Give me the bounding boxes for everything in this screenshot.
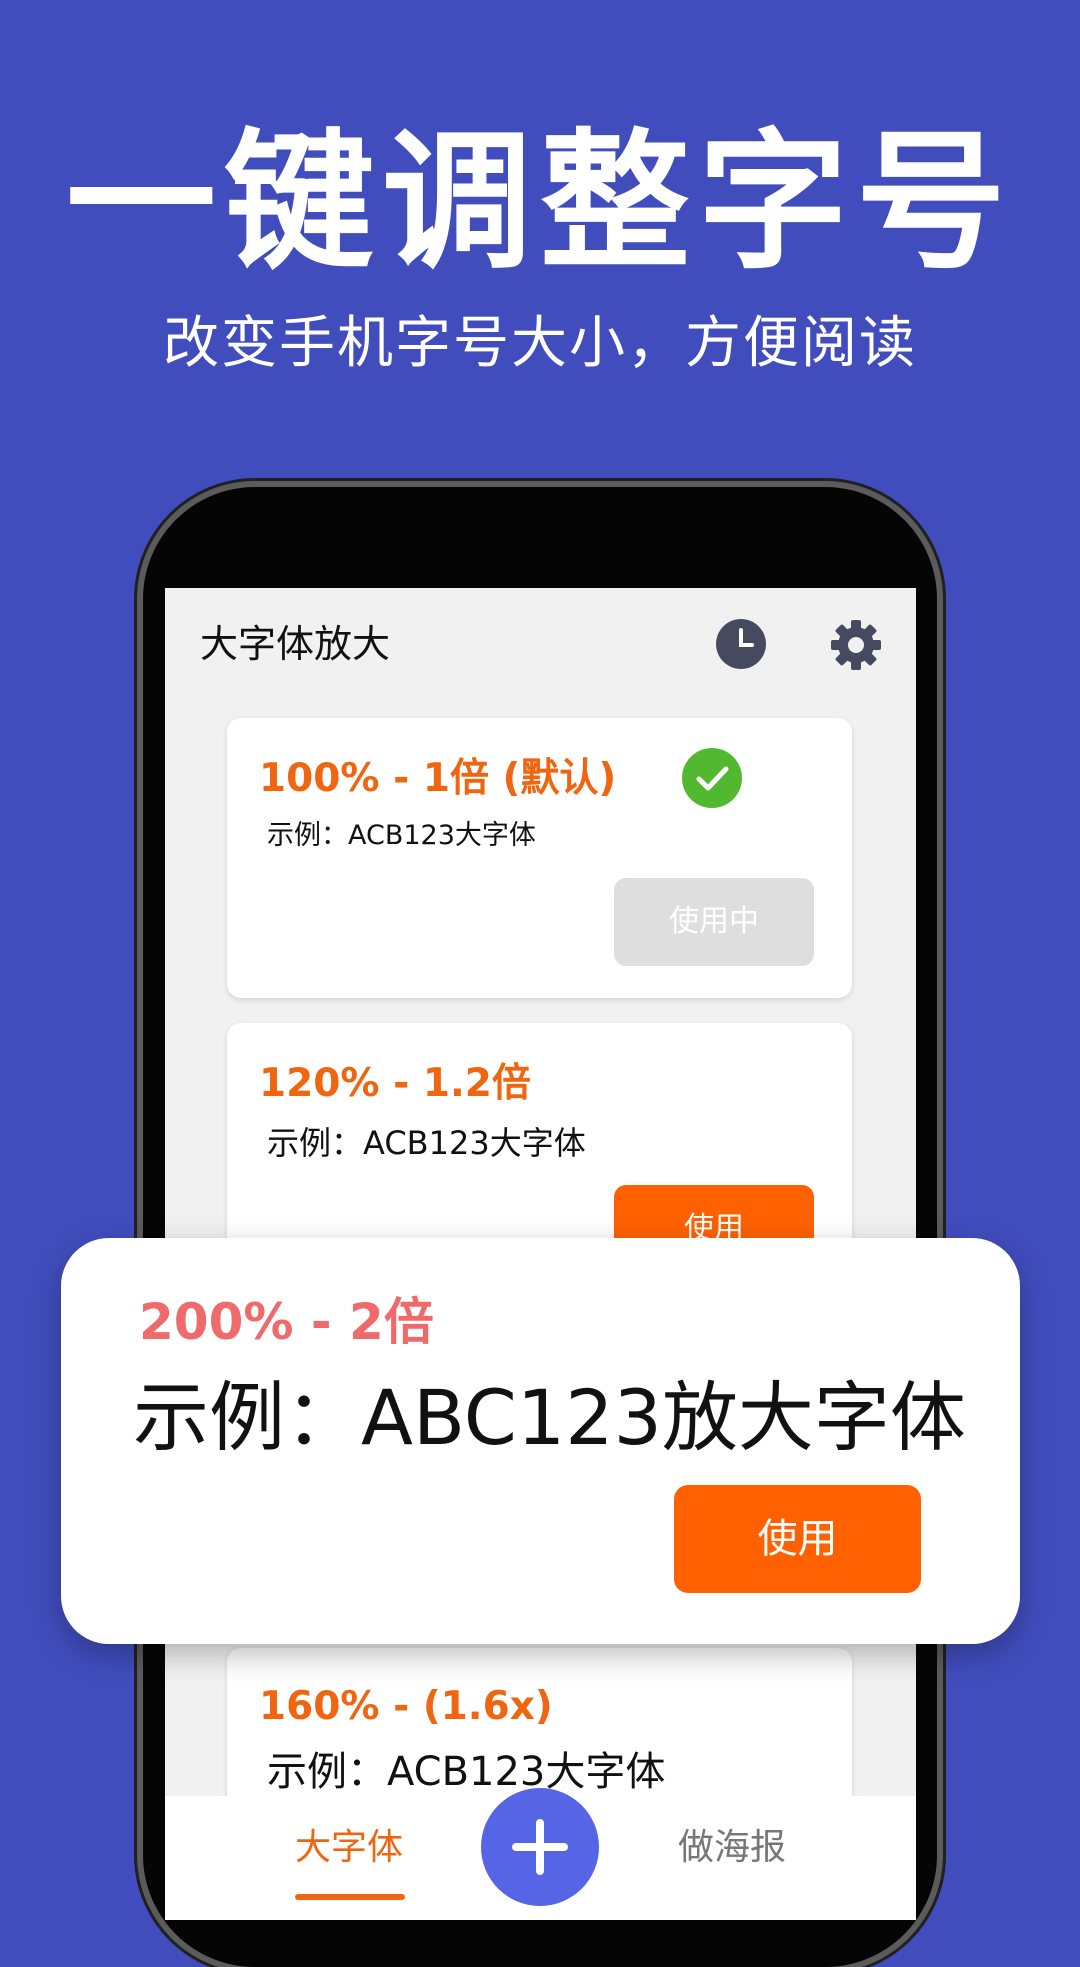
use-button-200[interactable]: 使用 (674, 1485, 921, 1593)
card-title: 160% - (1.6x) (259, 1684, 553, 1729)
popup-sample-text: 示例：ABC123放大字体 (133, 1373, 966, 1462)
card-title: 120% - 1.2倍 (259, 1061, 531, 1106)
check-icon (682, 748, 742, 808)
promo-headline: 一键调整字号 (65, 116, 1014, 290)
add-button[interactable] (481, 1788, 599, 1906)
size-option-card-200-highlight[interactable]: 200% - 2倍 示例：ABC123放大字体 使用 (61, 1238, 1020, 1644)
tab-large-font[interactable]: 大字体 (295, 1824, 403, 1872)
app-title: 大字体放大 (200, 622, 391, 666)
card-sample-text: 示例：ACB123大字体 (267, 1124, 586, 1162)
active-tab-indicator (295, 1894, 405, 1900)
size-option-card-100[interactable]: 100% - 1倍 (默认) 示例：ACB123大字体 使用中 (227, 718, 852, 998)
card-sample-text: 示例：ACB123大字体 (267, 820, 536, 851)
card-title: 100% - 1倍 (默认) (259, 756, 617, 801)
tab-poster[interactable]: 做海报 (678, 1824, 786, 1872)
app-bar: 大字体放大 (165, 588, 916, 700)
gear-icon[interactable] (829, 618, 883, 672)
in-use-button[interactable]: 使用中 (614, 878, 814, 966)
bottom-navigation: 大字体 做海报 (165, 1788, 916, 1920)
card-sample-text: 示例：ACB123大字体 (267, 1749, 666, 1795)
popup-title: 200% - 2倍 (139, 1293, 434, 1351)
promo-subheadline: 改变手机字号大小，方便阅读 (163, 311, 917, 376)
clock-icon[interactable] (715, 618, 767, 670)
plus-icon (512, 1819, 568, 1875)
